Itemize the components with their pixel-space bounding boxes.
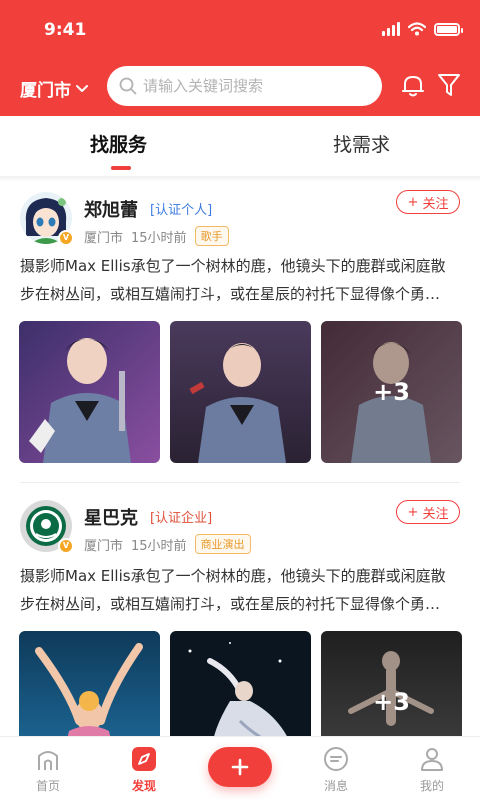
description-line: 步在树丛间，或相互嬉闹打斗，或在星辰的衬托下显得像个勇…	[20, 595, 441, 613]
nav-home[interactable]: 首页	[16, 737, 80, 800]
tab-find-demand[interactable]: 找需求	[333, 130, 390, 157]
bell-icon[interactable]	[400, 72, 426, 98]
verified-badge-icon: V	[58, 230, 74, 246]
description-line: 摄影师Max Ellis承包了一个树林的鹿，他镜头下的鹿群或闲庭散	[20, 567, 446, 585]
photo-grid: +3	[19, 321, 462, 463]
nav-label: 首页	[35, 779, 60, 793]
avatar[interactable]: V	[20, 192, 74, 246]
plus-icon: +	[407, 194, 419, 210]
tab-bar: 找服务 找需求	[0, 116, 480, 180]
category-tag: 歌手	[194, 226, 229, 246]
post-location: 厦门市	[84, 538, 124, 554]
post-meta: 厦门市 15小时前 歌手	[84, 226, 229, 246]
divider	[20, 482, 460, 483]
cert-badge: [认证个人]	[150, 203, 213, 218]
nav-discover[interactable]: 发现	[112, 737, 176, 800]
post-description[interactable]: 摄影师Max Ellis承包了一个树林的鹿，他镜头下的鹿群或闲庭散 步在树丛间，…	[20, 562, 462, 618]
tab-find-service[interactable]: 找服务	[90, 130, 147, 157]
message-icon	[324, 747, 348, 771]
system-icons	[382, 22, 463, 36]
description-line: 步在树丛间，或相互嬉闹打斗，或在星辰的衬托下显得像个勇…	[20, 285, 441, 303]
tab-indicator	[111, 166, 131, 170]
follow-label: 关注	[422, 506, 449, 522]
tab-shadow	[0, 176, 480, 182]
cert-badge: [认证企业]	[150, 511, 213, 526]
post-card[interactable]: V 郑旭蕾 [认证个人] 厦门市 15小时前 歌手 + 关注 摄影师Max El…	[0, 186, 480, 486]
status-time: 9:41	[44, 20, 87, 40]
signal-icon	[382, 22, 400, 36]
follow-label: 关注	[422, 196, 449, 212]
city-label: 厦门市	[20, 81, 71, 101]
photo-thumbnail[interactable]	[170, 321, 311, 463]
search-bar[interactable]	[107, 66, 382, 106]
page: 9:41 厦门市 请输入关键词搜索 找服务 找需求 V 郑旭蕾 [认证个人] 厦…	[0, 0, 480, 800]
plus-icon: +	[407, 504, 419, 520]
avatar[interactable]: V	[20, 500, 74, 554]
nav-profile[interactable]: 我的	[400, 737, 464, 800]
post-time: 15小时前	[131, 230, 187, 246]
category-tag: 商业演出	[194, 534, 251, 554]
post-description[interactable]: 摄影师Max Ellis承包了一个树林的鹿，他镜头下的鹿群或闲庭散 步在树丛间，…	[20, 252, 462, 308]
publish-button[interactable]	[208, 747, 272, 787]
follow-button[interactable]: + 关注	[396, 190, 460, 214]
chevron-down-icon	[76, 84, 88, 92]
more-photos-count: +3	[321, 321, 462, 463]
city-selector[interactable]: 厦门市	[20, 76, 89, 101]
wifi-icon	[408, 22, 426, 36]
plus-icon	[231, 758, 249, 776]
post-card[interactable]: V 星巴克 [认证企业] 厦门市 15小时前 商业演出 + 关注 摄影师Max …	[0, 494, 480, 773]
author-name: 郑旭蕾	[84, 200, 138, 221]
home-icon	[38, 751, 58, 770]
photo-thumbnail[interactable]: +3	[321, 321, 462, 463]
follow-button[interactable]: + 关注	[396, 500, 460, 524]
search-icon	[119, 77, 137, 95]
author-name: 星巴克	[84, 508, 138, 529]
discover-icon	[132, 747, 156, 771]
header: 9:41 厦门市	[0, 0, 480, 116]
search-input[interactable]	[143, 77, 363, 95]
post-meta: 厦门市 15小时前 商业演出	[84, 534, 251, 554]
photo-thumbnail[interactable]	[19, 321, 160, 463]
nav-label: 发现	[131, 779, 156, 793]
post-location: 厦门市	[84, 230, 124, 246]
filter-icon[interactable]	[437, 72, 461, 98]
nav-label: 消息	[323, 779, 348, 793]
nav-messages[interactable]: 消息	[304, 737, 368, 800]
post-time: 15小时前	[131, 538, 187, 554]
verified-badge-icon: V	[58, 538, 74, 554]
description-line: 摄影师Max Ellis承包了一个树林的鹿，他镜头下的鹿群或闲庭散	[20, 257, 446, 275]
battery-icon	[434, 22, 463, 36]
profile-icon	[421, 748, 443, 771]
nav-label: 我的	[419, 779, 444, 793]
status-bar: 9:41	[0, 0, 480, 60]
